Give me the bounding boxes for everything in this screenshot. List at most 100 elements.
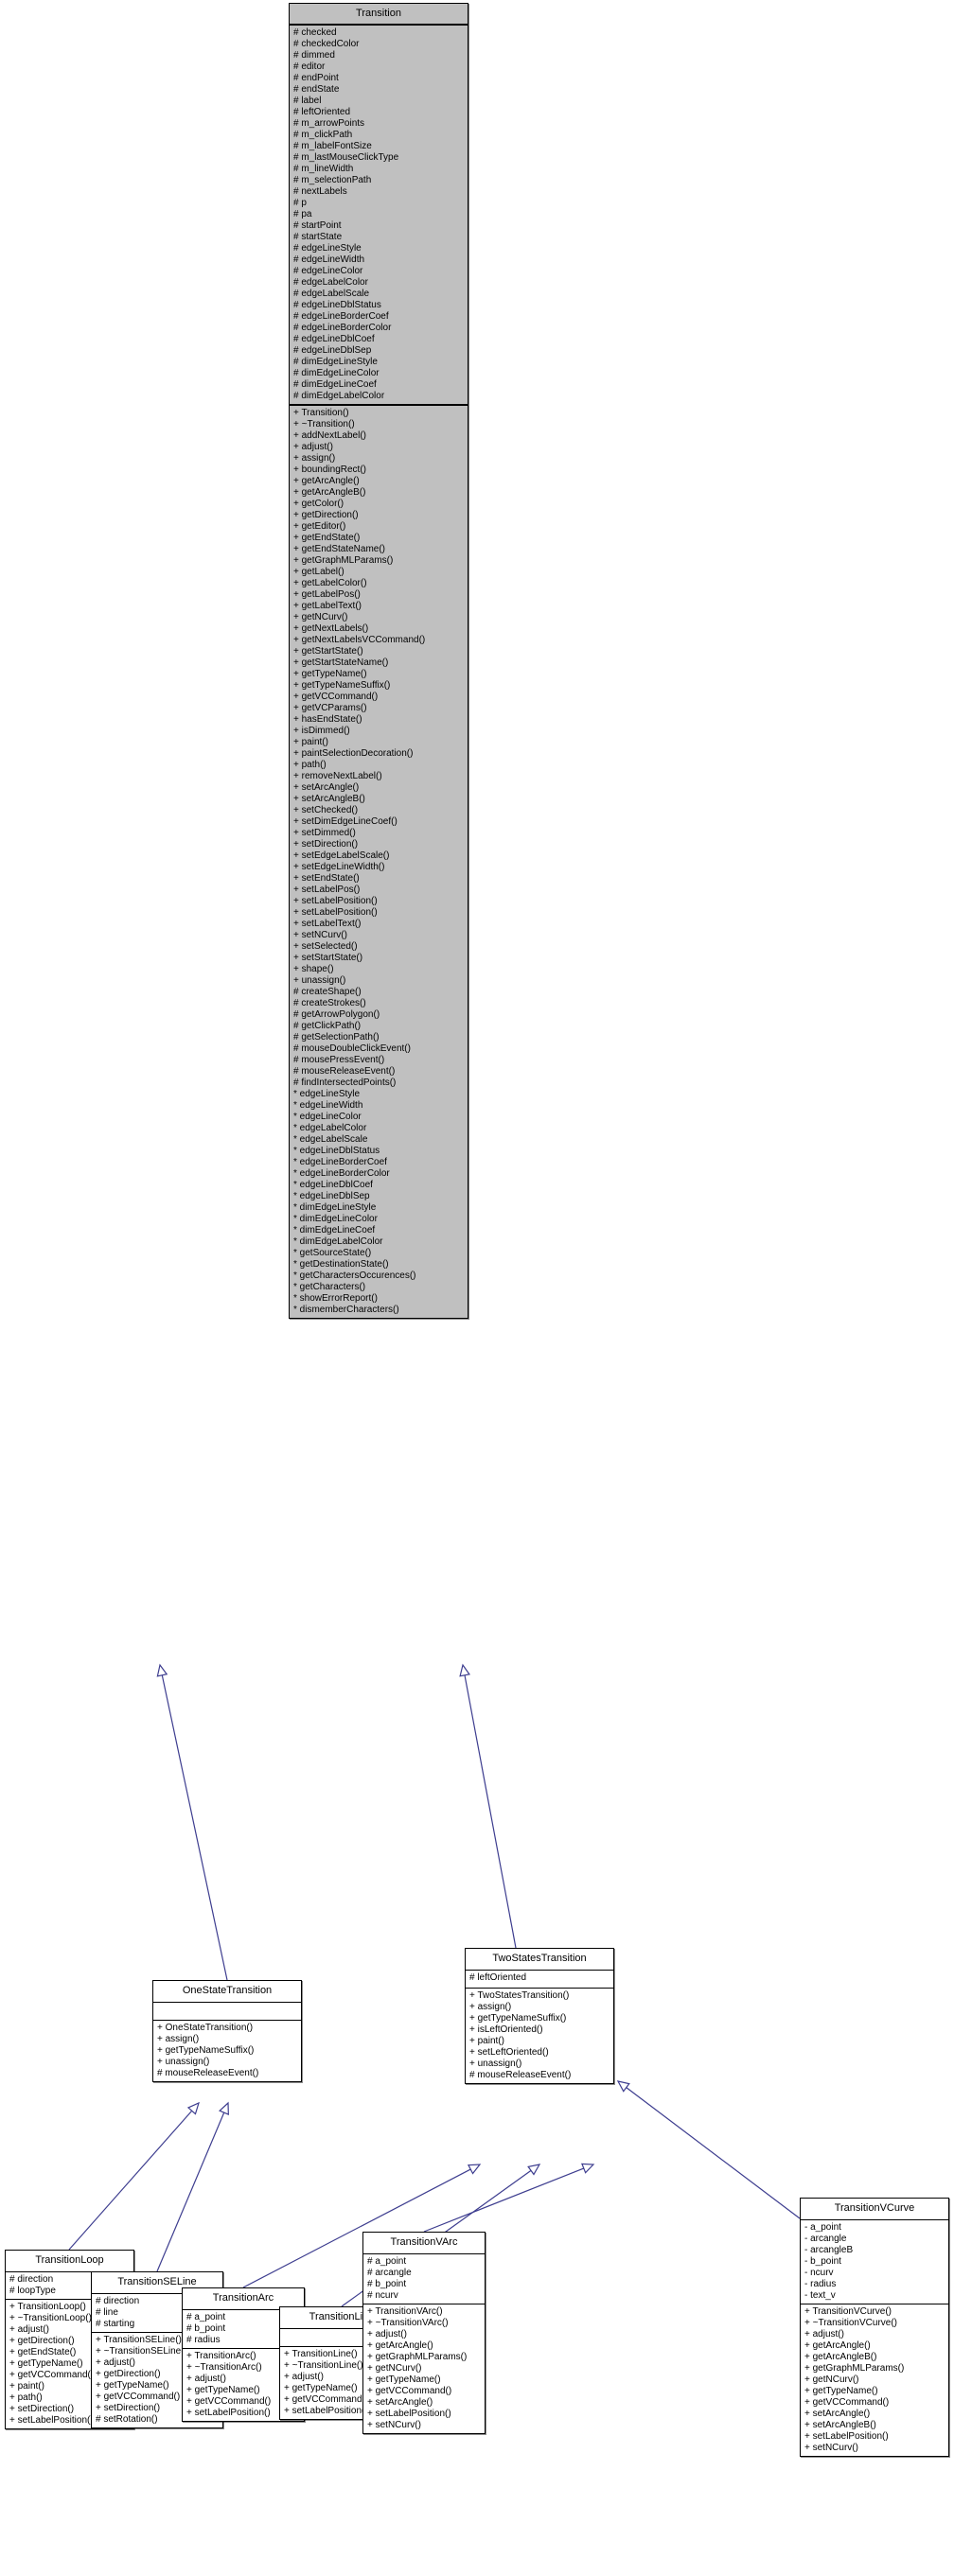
uml-class-title: Transition: [290, 4, 468, 26]
uml-operation-row: + setLabelText(): [293, 919, 362, 929]
uml-attribute-row: # checked: [293, 27, 337, 38]
uml-operation-row: + getEndState(): [293, 533, 361, 543]
edge-line: [464, 1674, 517, 1949]
uml-class-title: TwoStatesTransition: [466, 1949, 613, 1971]
uml-operation-row: + getVCParams(): [293, 703, 367, 713]
edge-line: [626, 2087, 801, 2219]
inheritance-edge-two-states-transition: [459, 1663, 517, 1949]
uml-attribute-row: # nextLabels: [293, 186, 347, 197]
uml-operation-row: + getArcAngleB(): [804, 2352, 877, 2362]
uml-operation-row: * dimEdgeLabelColor: [293, 1236, 383, 1247]
uml-operation-row: # getArrowPolygon(): [293, 1009, 380, 1020]
uml-class-transition-vcurve[interactable]: TransitionVCurve - a_point - arcangle - arc…: [800, 2198, 949, 2457]
uml-operation-row: + getNextLabels(): [293, 623, 369, 634]
uml-operation-row: + setArcAngleB(): [804, 2420, 876, 2430]
uml-operation-row: + ~TransitionVCurve(): [804, 2318, 897, 2328]
uml-operation-row: + setLabelPosition(): [367, 2409, 451, 2419]
uml-operation-row: + TransitionVArc(): [367, 2306, 443, 2317]
uml-operation-row: # mousePressEvent(): [293, 1055, 385, 1065]
uml-operations-compartment: + Transition() + ~Transition() + addNextLa…: [290, 406, 468, 1318]
uml-operation-row: + unassign(): [293, 975, 346, 986]
uml-operation-row: + path(): [293, 760, 327, 770]
uml-operation-row: + isDimmed(): [293, 726, 350, 736]
uml-attribute-row: # editor: [293, 61, 326, 72]
uml-attribute-row: # checkedColor: [293, 39, 360, 49]
uml-operation-row: + getTypeNameSuffix(): [469, 2013, 567, 2024]
uml-operation-row: + getStartState(): [293, 646, 363, 657]
uml-operation-row: + getLabelPos(): [293, 589, 361, 600]
uml-operation-row: + TwoStatesTransition(): [469, 1990, 570, 2001]
inheritance-arrowhead-icon: [616, 2080, 630, 2093]
uml-operation-row: + getArcAngleB(): [293, 487, 366, 498]
uml-attribute-row: # a_point: [367, 2256, 407, 2267]
uml-operation-row: + getLabel(): [293, 567, 344, 577]
uml-attributes-compartment: # a_point # arcangle # b_point # ncurv: [363, 2254, 485, 2304]
uml-class-transition[interactable]: Transition # checked # checkedColor # dimme…: [289, 3, 468, 1319]
uml-operation-row: + getNCurv(): [293, 612, 348, 622]
uml-attribute-row: # ncurv: [367, 2290, 398, 2301]
uml-operation-row: + adjust(): [293, 442, 333, 452]
uml-class-title: TransitionVCurve: [801, 2199, 948, 2220]
uml-class-title: TransitionLoop: [6, 2251, 133, 2272]
uml-attribute-row: # pa: [293, 209, 312, 219]
uml-operation-row: + setLeftOriented(): [469, 2047, 549, 2058]
uml-operation-row: + getArcAngle(): [367, 2340, 433, 2351]
inheritance-edge-transition-varc: [423, 2163, 595, 2233]
edge-line: [156, 2112, 225, 2272]
uml-operation-row: + unassign(): [157, 2057, 210, 2067]
uml-attribute-row: # dimEdgeLabelColor: [293, 391, 385, 401]
uml-attribute-row: - b_point: [804, 2256, 841, 2267]
uml-operation-row: * edgeLineColor: [293, 1112, 362, 1122]
uml-attribute-row: # endPoint: [293, 73, 339, 83]
inheritance-arrowhead-icon: [156, 1663, 168, 1677]
uml-operations-compartment: + TransitionVCurve() + ~TransitionVCurve(…: [801, 2304, 948, 2456]
uml-operation-row: + getDirection(): [293, 510, 359, 520]
uml-attributes-compartment: [153, 2003, 301, 2021]
uml-attribute-row: # startState: [293, 232, 343, 242]
uml-attribute-row: # m_selectionPath: [293, 175, 372, 185]
uml-operation-row: + TransitionVCurve(): [804, 2306, 892, 2317]
uml-attribute-row: # p: [293, 198, 307, 208]
uml-operation-row: + shape(): [293, 964, 334, 974]
uml-operation-row: + getGraphMLParams(): [804, 2363, 905, 2374]
uml-operation-row: * edgeLineBorderCoef: [293, 1157, 387, 1167]
uml-operation-row: + adjust(): [804, 2329, 844, 2339]
uml-operation-row: + getNextLabelsVCCommand(): [293, 635, 426, 645]
uml-operation-row: + hasEndState(): [293, 714, 362, 725]
uml-operation-row: + getLabelColor(): [293, 578, 367, 588]
uml-operation-row: * dismemberCharacters(): [293, 1305, 399, 1315]
uml-operation-row: # mouseReleaseEvent(): [469, 2070, 572, 2080]
uml-attribute-row: - radius: [804, 2279, 837, 2289]
uml-operation-row: * dimEdgeLineStyle: [293, 1202, 377, 1213]
uml-operation-row: + setDirection(): [293, 839, 359, 850]
uml-operation-row: + getGraphMLParams(): [367, 2352, 468, 2362]
uml-class-transition-varc[interactable]: TransitionVArc # a_point # arcangle # b_poi…: [362, 2232, 486, 2434]
uml-operation-row: + Transition(): [293, 408, 349, 418]
uml-diagram-canvas: Transition # checked # checkedColor # dimme…: [0, 0, 954, 2576]
uml-attribute-row: # edgeLineBorderColor: [293, 323, 392, 333]
uml-operation-row: + ~Transition(): [293, 419, 355, 429]
uml-operation-row: + setLabelPosition(): [293, 896, 378, 906]
uml-operation-row: * edgeLineWidth: [293, 1100, 363, 1111]
uml-operation-row: + setChecked(): [293, 805, 359, 815]
uml-operation-row: + assign(): [293, 453, 336, 464]
uml-operation-row: + adjust(): [367, 2329, 407, 2339]
uml-attribute-row: - text_v: [804, 2290, 836, 2301]
uml-attribute-row: - ncurv: [804, 2268, 834, 2278]
uml-operation-row: * dimEdgeLineColor: [293, 1214, 378, 1224]
uml-operation-row: + setEdgeLineWidth(): [293, 862, 385, 872]
uml-attribute-row: - a_point: [804, 2222, 841, 2233]
uml-class-two-states-transition[interactable]: TwoStatesTransition # leftOriented + TwoSt…: [465, 1948, 614, 2084]
uml-operation-row: + getTypeName(): [293, 669, 367, 679]
inheritance-arrowhead-icon: [527, 2164, 541, 2176]
uml-attribute-row: # dimEdgeLineColor: [293, 368, 380, 378]
uml-operation-row: + getGraphMLParams(): [293, 555, 394, 566]
uml-attribute-row: - arcangle: [804, 2234, 847, 2244]
uml-operation-row: + isLeftOriented(): [469, 2024, 543, 2035]
uml-attributes-compartment: # leftOriented: [466, 1971, 613, 1989]
uml-class-one-state-transition[interactable]: OneStateTransition + OneStateTransition()…: [152, 1980, 302, 2082]
uml-attribute-row: # m_lineWidth: [293, 164, 354, 174]
inheritance-edge-transition-seline: [156, 2101, 229, 2272]
inheritance-arrowhead-icon: [459, 1663, 470, 1677]
uml-attribute-row: # dimmed: [293, 50, 335, 61]
